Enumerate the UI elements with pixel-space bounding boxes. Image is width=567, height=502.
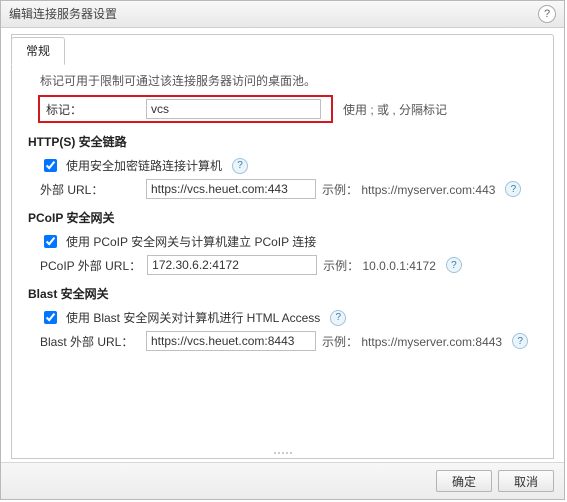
pcoip-url-row: PCoIP 外部 URL： 示例： 10.0.0.1:4172 ? — [40, 255, 537, 275]
titlebar: 编辑连接服务器设置 ? — [1, 1, 564, 28]
tab-general[interactable]: 常规 — [11, 37, 65, 65]
tags-highlight-box: 标记： — [38, 95, 333, 123]
ok-button[interactable]: 确定 — [436, 470, 492, 492]
help-icon[interactable]: ? — [330, 310, 346, 326]
https-url-label: 外部 URL： — [40, 181, 140, 198]
tags-description: 标记可用于限制可通过该连接服务器访问的桌面池。 — [40, 72, 537, 89]
https-url-row: 外部 URL： 示例： https://myserver.com:443 ? — [40, 179, 537, 199]
tags-row: 标记： 使用 ; 或 , 分隔标记 — [28, 95, 537, 123]
section-heading-https: HTTP(S) 安全链路 — [28, 133, 537, 150]
help-icon[interactable]: ? — [538, 5, 556, 23]
blast-example: 示例： https://myserver.com:8443 — [322, 333, 502, 350]
blast-url-row: Blast 外部 URL： 示例： https://myserver.com:8… — [40, 331, 537, 351]
dialog-window: 编辑连接服务器设置 ? 常规 身份验证 备份 标记 标记可用于限制可通过该连接服… — [0, 0, 565, 500]
https-url-input[interactable] — [146, 179, 316, 199]
panel-content: 标记 标记可用于限制可通过该连接服务器访问的桌面池。 标记： 使用 ; 或 , … — [12, 35, 553, 365]
tags-label: 标记： — [42, 101, 146, 118]
https-checkbox[interactable] — [44, 159, 57, 172]
pcoip-url-input[interactable] — [147, 255, 317, 275]
dialog-footer: 确定 取消 — [1, 462, 564, 499]
help-icon[interactable]: ? — [232, 158, 248, 174]
section-heading-pcoip: PCoIP 安全网关 — [28, 209, 537, 226]
blast-checkbox-row: 使用 Blast 安全网关对计算机进行 HTML Access ? — [40, 308, 537, 327]
https-example: 示例： https://myserver.com:443 — [322, 181, 495, 198]
pcoip-example-value: 10.0.0.1:4172 — [363, 259, 436, 273]
https-checkbox-label: 使用安全加密链路连接计算机 — [66, 157, 222, 174]
cancel-button[interactable]: 取消 — [498, 470, 554, 492]
window-title: 编辑连接服务器设置 — [9, 1, 117, 27]
blast-url-input[interactable] — [146, 331, 316, 351]
pcoip-example-prefix: 示例： — [323, 259, 359, 273]
blast-checkbox[interactable] — [44, 311, 57, 324]
resize-grip-icon[interactable] — [268, 450, 298, 456]
https-example-prefix: 示例： — [322, 183, 358, 197]
section-heading-tags: 标记 — [28, 49, 537, 66]
section-heading-blast: Blast 安全网关 — [28, 285, 537, 302]
help-icon[interactable]: ? — [446, 257, 462, 273]
blast-example-value: https://myserver.com:8443 — [361, 335, 502, 349]
tags-hint: 使用 ; 或 , 分隔标记 — [343, 101, 447, 118]
help-icon[interactable]: ? — [505, 181, 521, 197]
https-checkbox-row: 使用安全加密链路连接计算机 ? — [40, 156, 537, 175]
blast-example-prefix: 示例： — [322, 335, 358, 349]
pcoip-checkbox-row: 使用 PCoIP 安全网关与计算机建立 PCoIP 连接 — [40, 232, 537, 251]
https-example-value: https://myserver.com:443 — [361, 183, 495, 197]
pcoip-checkbox-label: 使用 PCoIP 安全网关与计算机建立 PCoIP 连接 — [66, 233, 316, 250]
tags-input[interactable] — [146, 99, 321, 119]
help-icon[interactable]: ? — [512, 333, 528, 349]
pcoip-example: 示例： 10.0.0.1:4172 — [323, 257, 436, 274]
blast-checkbox-label: 使用 Blast 安全网关对计算机进行 HTML Access — [66, 309, 320, 326]
pcoip-url-label: PCoIP 外部 URL： — [40, 257, 141, 274]
blast-url-label: Blast 外部 URL： — [40, 333, 140, 350]
pcoip-checkbox[interactable] — [44, 235, 57, 248]
tab-panel: 标记 标记可用于限制可通过该连接服务器访问的桌面池。 标记： 使用 ; 或 , … — [11, 34, 554, 459]
